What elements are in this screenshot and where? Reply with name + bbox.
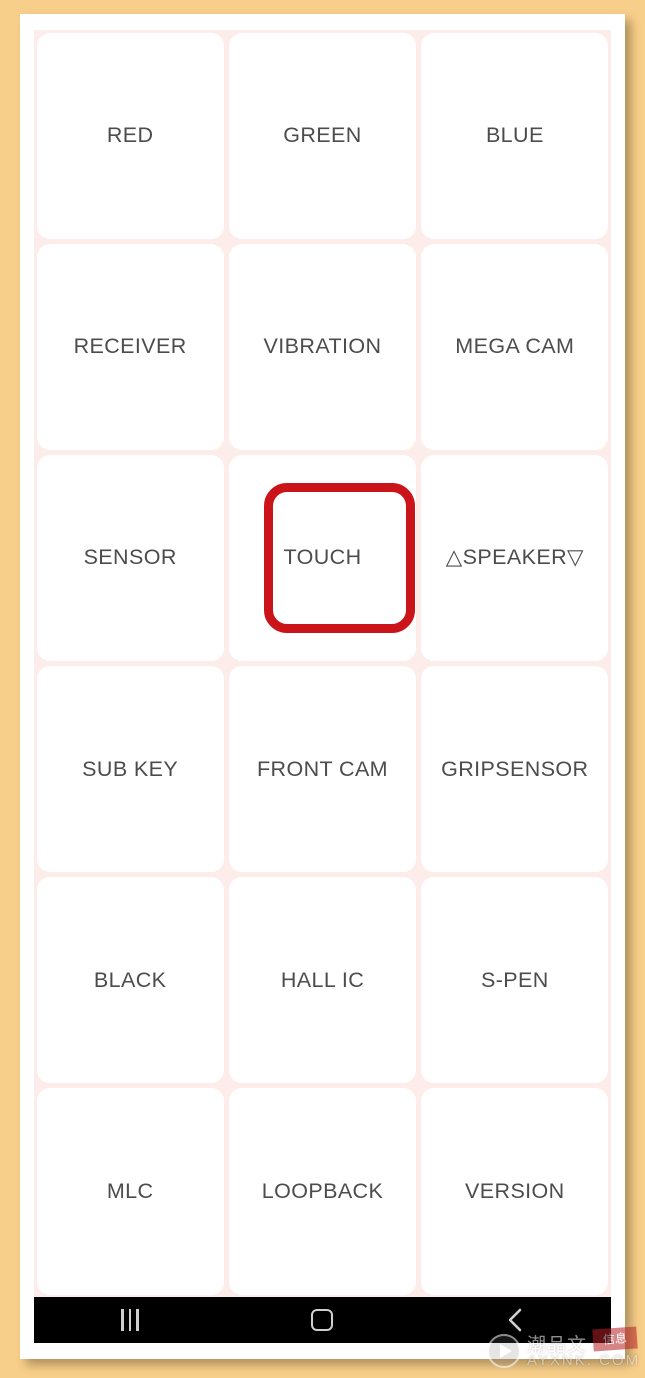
cell-label: GRIPSENSOR <box>441 756 589 781</box>
phone-screen: RED GREEN BLUE RECEIVER VIBRATION MEGA C… <box>34 30 611 1343</box>
cell-label: MEGA CAM <box>455 334 575 359</box>
grid-cell-mega-cam[interactable]: MEGA CAM <box>421 243 609 450</box>
android-navigation-bar <box>34 1297 611 1343</box>
cell-label: BLUE <box>485 123 544 148</box>
grid-cell-gripsensor[interactable]: GRIPSENSOR <box>421 666 609 873</box>
cell-label: FRONT CAM <box>256 756 388 781</box>
grid-cell-hall-ic[interactable]: HALL IC <box>228 877 417 1084</box>
cell-label: RECEIVER <box>73 334 187 359</box>
cell-label: S-PEN <box>480 967 549 992</box>
grid-cell-speaker[interactable]: △SPEAKER▽ <box>421 454 609 661</box>
hardware-test-grid: RED GREEN BLUE RECEIVER VIBRATION MEGA C… <box>34 30 611 1297</box>
cell-label: GREEN <box>283 123 362 148</box>
grid-cell-version[interactable]: VERSION <box>421 1088 609 1295</box>
cell-label: SENSOR <box>83 545 177 570</box>
cell-label: TOUCH <box>283 545 362 570</box>
back-icon <box>508 1308 522 1332</box>
cell-label: HALL IC <box>280 967 365 992</box>
cell-label: VIBRATION <box>263 334 382 359</box>
nav-back-button[interactable] <box>419 1297 611 1343</box>
recents-icon <box>121 1309 140 1331</box>
cell-label: △SPEAKER▽ <box>445 545 584 570</box>
grid-cell-vibration[interactable]: VIBRATION <box>228 243 417 450</box>
grid-cell-blue[interactable]: BLUE <box>421 32 609 239</box>
cell-label: VERSION <box>465 1178 565 1203</box>
cell-label: RED <box>106 123 154 148</box>
nav-recents-button[interactable] <box>34 1297 226 1343</box>
nav-home-button[interactable] <box>226 1297 418 1343</box>
cell-label: MLC <box>106 1178 154 1203</box>
grid-cell-sensor[interactable]: SENSOR <box>36 454 224 661</box>
phone-device-frame: RED GREEN BLUE RECEIVER VIBRATION MEGA C… <box>20 14 625 1359</box>
grid-cell-receiver[interactable]: RECEIVER <box>36 243 224 450</box>
grid-cell-loopback[interactable]: LOOPBACK <box>228 1088 417 1295</box>
home-icon <box>311 1309 334 1331</box>
grid-cell-red[interactable]: RED <box>36 32 224 239</box>
cell-label: SUB KEY <box>82 756 179 781</box>
grid-cell-sub-key[interactable]: SUB KEY <box>36 666 224 873</box>
grid-cell-green[interactable]: GREEN <box>228 32 417 239</box>
cell-label: BLACK <box>93 967 167 992</box>
grid-cell-mlc[interactable]: MLC <box>36 1088 224 1295</box>
grid-cell-front-cam[interactable]: FRONT CAM <box>228 666 417 873</box>
grid-cell-touch[interactable]: TOUCH <box>228 454 417 661</box>
grid-cell-s-pen[interactable]: S-PEN <box>421 877 609 1084</box>
cell-label: LOOPBACK <box>261 1178 384 1203</box>
grid-cell-black[interactable]: BLACK <box>36 877 224 1084</box>
